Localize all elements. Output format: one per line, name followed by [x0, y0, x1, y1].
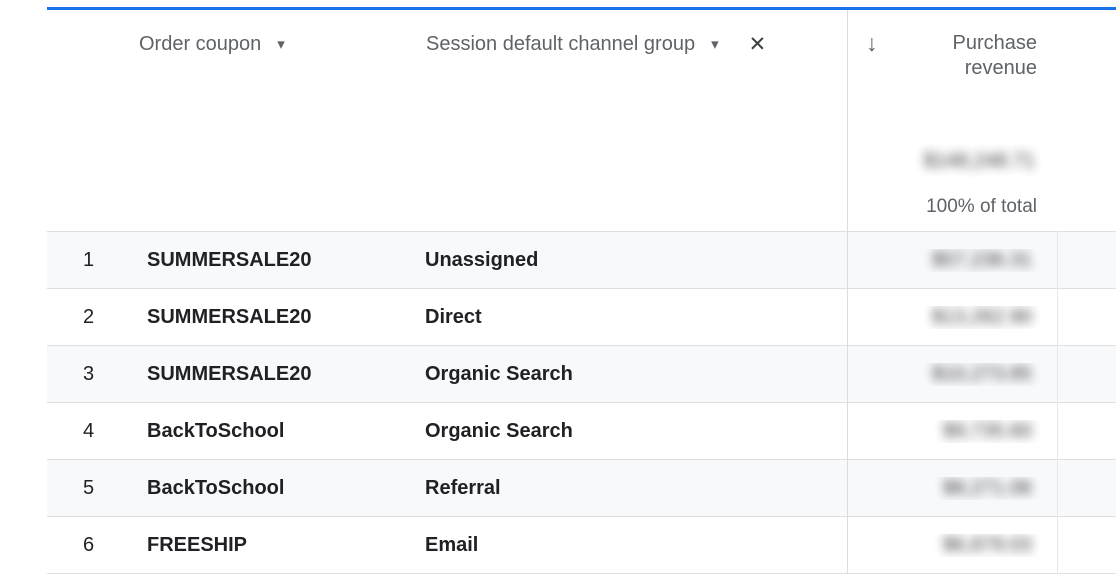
purchase-revenue-value-redacted: $8,271.06 — [943, 477, 1032, 499]
analytics-exploration-table: Order coupon ▾ Session default channel g… — [0, 0, 1116, 580]
channel-group-value: Organic Search — [425, 363, 846, 386]
table-row[interactable]: 2 SUMMERSALE20 Direct $13,262.90 — [47, 289, 1116, 346]
order-coupon-value: SUMMERSALE20 — [147, 249, 425, 272]
table-row[interactable]: 1 SUMMERSALE20 Unassigned $57,236.31 — [47, 232, 1116, 289]
row-index: 3 — [47, 363, 147, 386]
channel-group-value: Unassigned — [425, 249, 846, 272]
channel-group-value: Organic Search — [425, 420, 846, 443]
table-row[interactable]: 4 BackToSchool Organic Search $9,735.60 — [47, 403, 1116, 460]
table-row[interactable]: 6 FREESHIP Email $6,879.03 — [47, 517, 1116, 574]
percent-of-total-label: 100% of total — [926, 196, 1037, 218]
total-purchase-revenue-redacted: $148,248.71 — [924, 150, 1035, 173]
order-coupon-value: SUMMERSALE20 — [147, 306, 425, 329]
order-coupon-value: FREESHIP — [147, 534, 425, 557]
order-coupon-value: BackToSchool — [147, 420, 425, 443]
row-index: 5 — [47, 477, 147, 500]
row-index: 4 — [47, 420, 147, 443]
purchase-revenue-column-header[interactable]: Purchase revenue — [953, 31, 1038, 81]
purchase-revenue-label-line1: Purchase — [953, 31, 1038, 56]
close-icon[interactable]: ✕ — [749, 34, 767, 55]
sort-descending-icon[interactable]: ↓ — [866, 30, 878, 57]
metric-column-right-edge — [1057, 231, 1058, 574]
row-index: 2 — [47, 306, 147, 329]
purchase-revenue-label-line2: revenue — [953, 56, 1038, 81]
table-row[interactable]: 5 BackToSchool Referral $8,271.06 — [47, 460, 1116, 517]
order-coupon-label: Order coupon — [139, 33, 261, 56]
channel-group-value: Email — [425, 534, 846, 557]
purchase-revenue-value-redacted: $13,262.90 — [932, 306, 1032, 328]
dimension-metric-divider — [847, 10, 848, 574]
chevron-down-icon[interactable]: ▾ — [277, 37, 285, 52]
order-coupon-value: SUMMERSALE20 — [147, 363, 425, 386]
table-row[interactable]: 3 SUMMERSALE20 Organic Search $10,273.85 — [47, 346, 1116, 403]
row-index: 6 — [47, 534, 147, 557]
table-body: 1 SUMMERSALE20 Unassigned $57,236.31 2 S… — [47, 231, 1116, 574]
channel-group-column-header[interactable]: Session default channel group ▾ ✕ — [426, 33, 766, 56]
purchase-revenue-value-redacted: $57,236.31 — [932, 249, 1032, 271]
channel-group-value: Direct — [425, 306, 846, 329]
order-coupon-value: BackToSchool — [147, 477, 425, 500]
table-top-accent-line — [47, 7, 1116, 10]
channel-group-value: Referral — [425, 477, 846, 500]
order-coupon-column-header[interactable]: Order coupon ▾ — [139, 33, 285, 56]
purchase-revenue-value-redacted: $6,879.03 — [943, 534, 1032, 556]
channel-group-label: Session default channel group — [426, 33, 695, 56]
purchase-revenue-value-redacted: $9,735.60 — [943, 420, 1032, 442]
row-index: 1 — [47, 249, 147, 272]
purchase-revenue-value-redacted: $10,273.85 — [932, 363, 1032, 385]
chevron-down-icon[interactable]: ▾ — [711, 37, 719, 52]
